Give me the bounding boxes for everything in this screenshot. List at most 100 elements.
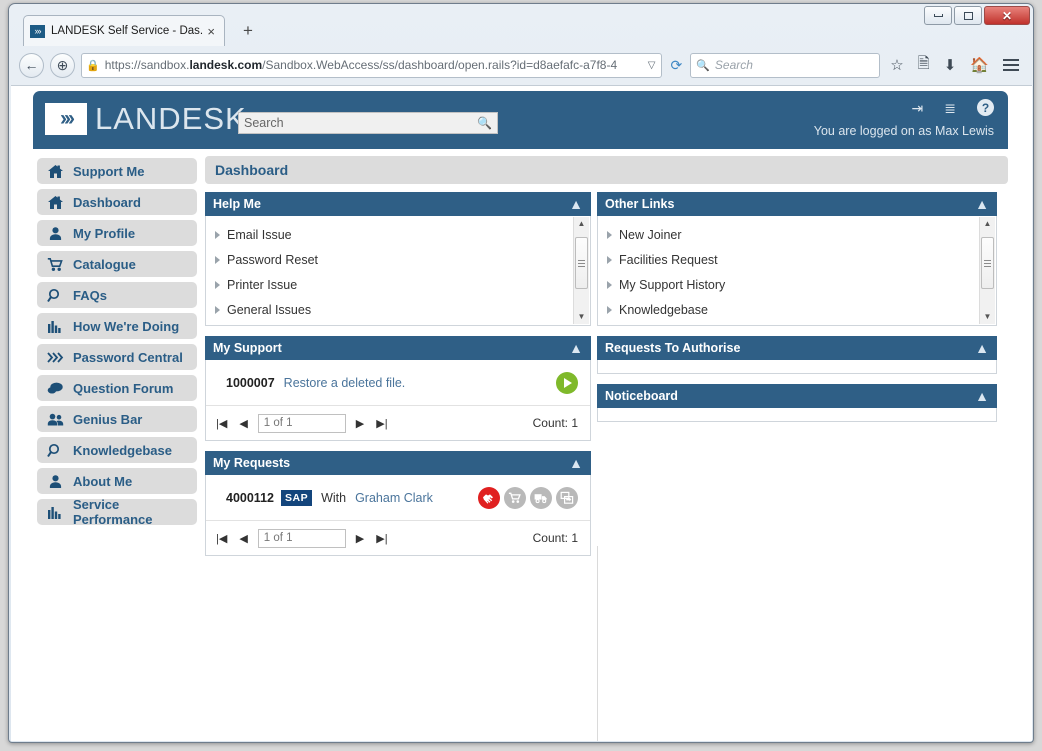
bookmark-star-icon[interactable]: ☆: [886, 56, 907, 74]
home-icon: [47, 164, 64, 179]
table-row[interactable]: 1000007 Restore a deleted file.: [206, 360, 590, 406]
panel-scrollbar[interactable]: ▲ ▼: [573, 217, 589, 324]
prev-page-button[interactable]: ◀: [237, 532, 249, 545]
sidebar-item-how-were-doing[interactable]: How We're Doing: [37, 313, 197, 339]
hamburger-icon[interactable]: [999, 59, 1023, 71]
sidebar-item-password-central[interactable]: Password Central: [37, 344, 197, 370]
tree-item[interactable]: Email Issue: [206, 222, 590, 247]
expand-arrow-icon[interactable]: [607, 280, 612, 289]
page-input[interactable]: 1 of 1: [257, 528, 346, 548]
sidebar-item-support-me[interactable]: Support Me: [37, 158, 197, 184]
panel-scrollbar[interactable]: ▲ ▼: [979, 217, 995, 324]
minimize-button[interactable]: [924, 6, 952, 25]
logged-on-text: You are logged on as Max Lewis: [813, 124, 994, 138]
last-page-button[interactable]: ▶|: [374, 417, 389, 430]
scroll-down-icon[interactable]: ▼: [578, 310, 586, 324]
expand-arrow-icon[interactable]: [607, 255, 612, 264]
next-page-button[interactable]: ▶: [354, 532, 366, 545]
collapse-icon[interactable]: ▲: [975, 389, 989, 403]
sidebar-item-faqs[interactable]: FAQs: [37, 282, 197, 308]
sidebar-item-catalogue[interactable]: Catalogue: [37, 251, 197, 277]
other-links-tree: New Joiner Facilities Request My Support…: [598, 216, 996, 326]
chevron-down-icon[interactable]: ▽: [646, 60, 658, 71]
url-text: https://sandbox.landesk.com/Sandbox.WebA…: [105, 58, 641, 72]
record-link[interactable]: Restore a deleted file.: [284, 376, 406, 390]
logout-icon[interactable]: ⇥: [912, 101, 924, 115]
sidebar-item-knowledgebase[interactable]: Knowledgebase: [37, 437, 197, 463]
prev-page-button[interactable]: ◀: [237, 417, 249, 430]
last-page-button[interactable]: ▶|: [374, 532, 389, 545]
chevrons-icon: ›››: [45, 103, 87, 135]
play-icon[interactable]: [556, 371, 578, 394]
tree-item[interactable]: My Support History: [598, 272, 996, 297]
scroll-track[interactable]: [980, 231, 995, 310]
sidebar-item-my-profile[interactable]: My Profile: [37, 220, 197, 246]
right-column: Other Links ▲ New Joiner Facilities Requ…: [597, 192, 997, 566]
header-icons: ⇥ ≣ ?: [912, 99, 994, 116]
sidebar-item-question-forum[interactable]: Question Forum: [37, 375, 197, 401]
with-label: With: [321, 490, 347, 505]
tree-item[interactable]: Printer Issue: [206, 272, 590, 297]
navigation-toolbar: ← ⊕ 🔒 https://sandbox.landesk.com/Sandbo…: [9, 46, 1033, 84]
sidebar-item-dashboard[interactable]: Dashboard: [37, 189, 197, 215]
collapse-icon[interactable]: ▲: [569, 456, 583, 470]
home-icon[interactable]: 🏠: [966, 56, 993, 74]
browser-window: ››› LANDESK Self Service - Das... × + ✕ …: [8, 3, 1034, 743]
expand-arrow-icon[interactable]: [215, 230, 220, 239]
collapse-icon[interactable]: ▲: [975, 341, 989, 355]
restore-button[interactable]: [954, 6, 982, 25]
tree-item[interactable]: Facilities Request: [598, 247, 996, 272]
tree-item[interactable]: Knowledgebase: [598, 297, 996, 322]
close-icon[interactable]: ×: [204, 24, 218, 39]
first-page-button[interactable]: |◀: [214, 532, 229, 545]
first-page-button[interactable]: |◀: [214, 417, 229, 430]
expand-arrow-icon[interactable]: [215, 280, 220, 289]
expand-arrow-icon[interactable]: [607, 305, 612, 314]
download-icon[interactable]: ⬇: [940, 56, 961, 74]
scroll-up-icon[interactable]: ▲: [984, 217, 992, 231]
reader-icon[interactable]: 🗎: [914, 53, 934, 78]
expand-arrow-icon[interactable]: [215, 305, 220, 314]
browser-tab[interactable]: ››› LANDESK Self Service - Das... ×: [23, 15, 225, 46]
page-input[interactable]: 1 of 1: [257, 413, 346, 433]
back-button[interactable]: ←: [19, 52, 44, 78]
tracking-protection-button[interactable]: ⊕: [50, 52, 75, 78]
sidebar-item-label: How We're Doing: [73, 318, 180, 334]
scroll-track[interactable]: [574, 231, 589, 310]
landesk-logo[interactable]: ››› LANDESK: [45, 101, 247, 137]
new-tab-button[interactable]: +: [243, 22, 253, 39]
search-icon[interactable]: 🔍: [477, 116, 492, 130]
assignee-link[interactable]: Graham Clark: [355, 491, 433, 505]
help-icon[interactable]: ?: [977, 99, 994, 116]
expand-arrow-icon[interactable]: [607, 230, 612, 239]
list-icon[interactable]: ≣: [944, 101, 956, 115]
url-bar[interactable]: 🔒 https://sandbox.landesk.com/Sandbox.We…: [81, 52, 663, 78]
scroll-thumb[interactable]: [981, 237, 994, 289]
collapse-icon[interactable]: ▲: [569, 341, 583, 355]
truck-icon[interactable]: [530, 486, 552, 509]
tree-item[interactable]: New Joiner: [598, 222, 996, 247]
sidebar-item-about-me[interactable]: About Me: [37, 468, 197, 494]
sidebar-item-label: Catalogue: [73, 256, 136, 272]
browser-search-box[interactable]: 🔍 Search: [690, 52, 881, 78]
collapse-icon[interactable]: ▲: [975, 197, 989, 211]
scroll-down-icon[interactable]: ▼: [984, 310, 992, 324]
pager: |◀ ◀ 1 of 1 ▶ ▶| Count: 1: [206, 406, 590, 440]
next-page-button[interactable]: ▶: [354, 417, 366, 430]
reload-icon[interactable]: ⟳: [668, 57, 684, 74]
app-search-input[interactable]: Search 🔍: [238, 112, 498, 134]
expand-arrow-icon[interactable]: [215, 255, 220, 264]
table-row[interactable]: 4000112 SAP With Graham Clark: [206, 475, 590, 521]
scroll-up-icon[interactable]: ▲: [578, 217, 586, 231]
close-window-button[interactable]: ✕: [984, 6, 1030, 25]
handshake-icon[interactable]: [478, 486, 500, 509]
copy-icon[interactable]: [556, 486, 578, 509]
tree-item[interactable]: General Issues: [206, 297, 590, 322]
collapse-icon[interactable]: ▲: [569, 197, 583, 211]
panel-header: Requests To Authorise ▲: [597, 336, 997, 360]
tree-item[interactable]: Password Reset: [206, 247, 590, 272]
scroll-thumb[interactable]: [575, 237, 588, 289]
sidebar-item-genius-bar[interactable]: Genius Bar: [37, 406, 197, 432]
cart-icon[interactable]: [504, 486, 526, 509]
sidebar-item-service-performance[interactable]: Service Performance: [37, 497, 197, 527]
